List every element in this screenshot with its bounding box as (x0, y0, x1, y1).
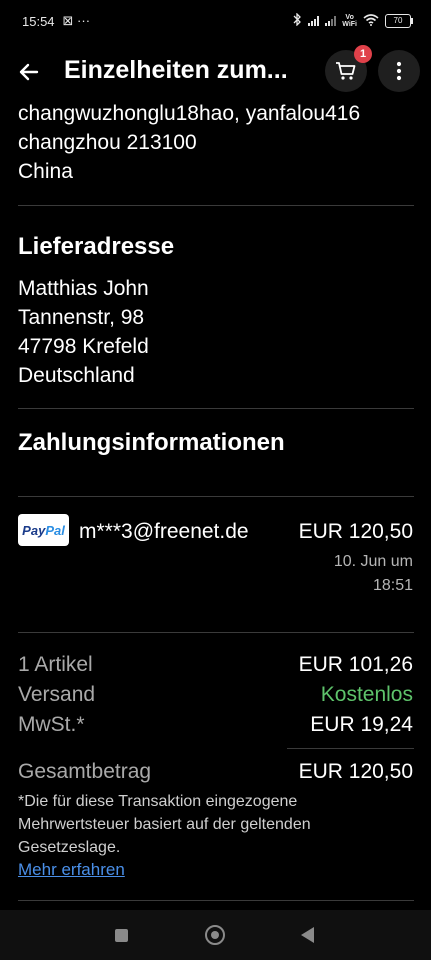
vowifi-icon: Vo WiFi (342, 14, 357, 28)
paypal-logo-icon: Pay Pal (18, 514, 69, 546)
delivery-country: Deutschland (18, 364, 135, 387)
divider (18, 900, 414, 901)
items-value: EUR 101,26 (298, 653, 413, 676)
seller-address-line: changzhou 213100 (18, 131, 197, 154)
delivery-name: Matthias John (18, 277, 149, 300)
system-nav-bar (0, 910, 431, 960)
divider (287, 748, 414, 749)
payment-heading: Zahlungsinformationen (18, 429, 285, 456)
items-label: 1 Artikel (18, 653, 93, 676)
wifi-icon (363, 13, 379, 29)
learn-more-link[interactable]: Mehr erfahren (18, 860, 125, 880)
notification-icons: ⊠ ··· (62, 13, 91, 28)
bluetooth-icon (292, 12, 302, 29)
battery-icon: 70 (385, 14, 413, 28)
app-bar: Einzelheiten zum... 1 (0, 42, 431, 100)
divider (18, 205, 414, 206)
delivery-heading: Lieferadresse (18, 233, 175, 260)
order-details-content[interactable]: changwuzhonglu18hao, yanfalou416 changzh… (0, 100, 431, 910)
back-arrow-icon[interactable] (16, 59, 42, 85)
seller-address-line: China (18, 160, 73, 183)
payment-date: 10. Jun um 18:51 (333, 553, 413, 594)
vat-label: MwSt.* (18, 713, 85, 736)
page-title: Einzelheiten zum... (64, 56, 288, 84)
vat-note: *Die für diese Transaktion eingezogene M… (18, 793, 311, 856)
shipping-value: Kostenlos (320, 683, 413, 706)
status-time: 15:54 (22, 13, 55, 29)
payment-email: m***3@freenet.de (79, 520, 249, 543)
recent-apps-icon[interactable] (115, 929, 128, 942)
delivery-street: Tannenstr, 98 (18, 306, 145, 329)
home-icon[interactable] (205, 925, 225, 945)
delivery-city: 47798 Krefeld (18, 335, 149, 358)
more-options-button[interactable] (378, 50, 420, 92)
total-label: Gesamtbetrag (18, 760, 152, 783)
payment-amount: EUR 120,50 (298, 520, 413, 543)
cart-icon (336, 62, 356, 80)
signal-icon (308, 16, 320, 26)
seller-address-line: changwuzhonglu18hao, yanfalou416 (18, 102, 361, 125)
divider (18, 496, 414, 497)
back-triangle-icon[interactable] (301, 927, 314, 943)
cart-count-badge: 1 (354, 45, 372, 63)
total-value: EUR 120,50 (298, 760, 413, 783)
vat-value: EUR 19,24 (310, 713, 413, 736)
divider (18, 632, 414, 633)
shipping-label: Versand (18, 683, 96, 706)
signal-icon-2 (325, 16, 337, 26)
more-vertical-icon (396, 61, 402, 81)
divider (18, 408, 414, 409)
status-bar: 15:54 ⊠ ··· Vo WiFi 70 (0, 0, 431, 42)
